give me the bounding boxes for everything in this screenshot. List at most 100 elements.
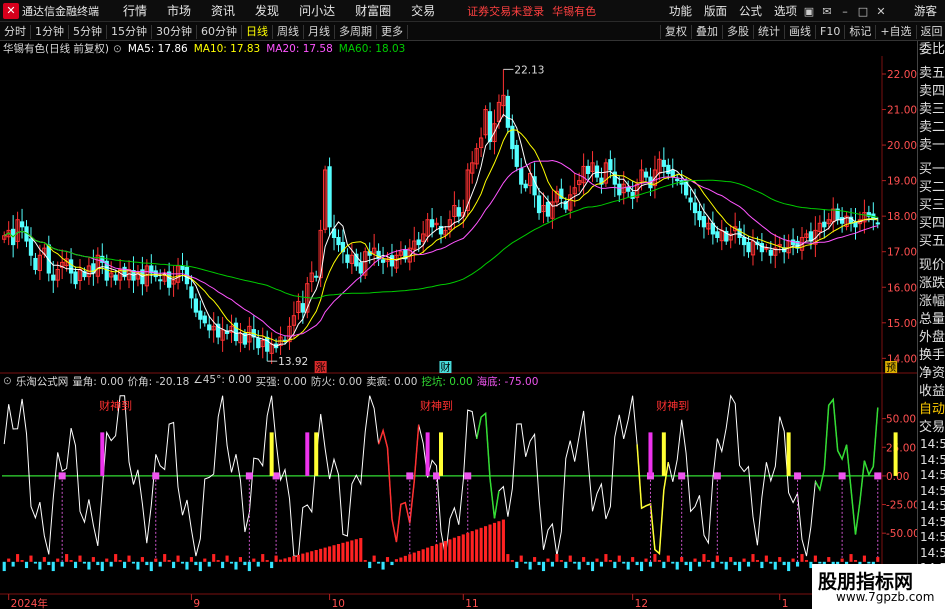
histogram-bar — [426, 547, 430, 562]
indicator-menu-icon[interactable]: ⊙ — [3, 375, 12, 387]
histogram-bar — [693, 558, 697, 562]
tool-adjust-button[interactable]: 复权 — [660, 24, 691, 39]
signal-label: 财神到 — [656, 398, 689, 412]
menu-item-ask[interactable]: 问小达 — [289, 2, 345, 19]
indicator-name[interactable]: 乐淘公式网 — [16, 374, 69, 389]
histogram-bar — [372, 555, 376, 562]
histogram-bar — [176, 555, 180, 562]
histogram-bar — [573, 561, 577, 564]
histogram-bar — [738, 561, 742, 572]
histogram-bar — [265, 560, 269, 562]
tool-draw-button[interactable]: 画线 — [784, 24, 815, 39]
maximize-icon[interactable]: □ — [854, 5, 872, 18]
histogram-bar — [755, 560, 759, 562]
histogram-bar — [662, 561, 666, 569]
histogram-bar — [479, 527, 483, 562]
menu-item-options[interactable]: 选项 — [768, 3, 803, 19]
histogram-bar — [328, 546, 332, 562]
candle-body — [715, 231, 720, 238]
candle-body — [314, 275, 319, 278]
histogram-bar — [24, 561, 29, 569]
tool-mark-button[interactable]: 标记 — [844, 24, 875, 39]
candle-body — [380, 259, 386, 263]
menu-item-news[interactable]: 资讯 — [201, 2, 245, 19]
mail-icon[interactable]: ✉ — [818, 5, 836, 18]
tab-daily[interactable]: 日线 — [242, 24, 273, 39]
indicator-value-6: 挖坑: 0.00 — [421, 375, 473, 388]
histogram-bar — [256, 561, 260, 567]
tool-stats-button[interactable]: 统计 — [753, 24, 784, 39]
signal-bar — [786, 432, 791, 476]
menu-item-wealth[interactable]: 财富圈 — [345, 2, 401, 19]
close-icon[interactable]: ✕ — [872, 5, 890, 18]
oscillator-highlight — [377, 424, 420, 543]
histogram-bar — [613, 561, 617, 569]
histogram-bar — [377, 561, 381, 564]
signal-label: 财神到 — [99, 398, 132, 412]
histogram-bar — [648, 561, 653, 567]
oscillator-highlight — [814, 397, 879, 535]
tab-monthly[interactable]: 月线 — [304, 24, 335, 39]
histogram-bar — [292, 556, 296, 562]
collapse-icon[interactable]: ⊙ — [113, 43, 122, 55]
price-tick-label: 20.00 — [887, 140, 917, 152]
auto-label[interactable]: 自动 — [918, 401, 945, 419]
minimize-icon[interactable]: – — [836, 5, 854, 18]
quote-label-0: 委比 — [919, 42, 945, 57]
menu-item-market[interactable]: 行情 — [113, 2, 157, 19]
date-tick-label: 2024年 — [11, 597, 48, 609]
tool-multi-stock-button[interactable]: 多股 — [722, 24, 753, 39]
tab-60min[interactable]: 60分钟 — [197, 24, 242, 39]
histogram-bar — [488, 524, 492, 562]
histogram-bar — [639, 561, 644, 572]
quote-label-2: 卖四 — [919, 84, 945, 99]
histogram-bar — [519, 555, 523, 562]
kline-chart[interactable]: 14.0015.0016.0017.0018.0019.0020.0021.00… — [0, 41, 917, 609]
histogram-bar — [644, 558, 648, 562]
histogram-bar — [430, 545, 434, 562]
quote-label-7: 买二 — [919, 180, 945, 195]
login-notice[interactable]: 证券交易未登录 — [467, 3, 544, 19]
skin-icon[interactable]: ▣ — [800, 5, 818, 18]
menu-item-function[interactable]: 功能 — [663, 3, 698, 19]
signal-dot — [245, 472, 253, 480]
histogram-bar — [234, 561, 238, 570]
tool-back-button[interactable]: 返回 — [915, 24, 945, 39]
candle-body — [202, 315, 207, 324]
indicator-value-4: 防火: 0.00 — [310, 375, 363, 388]
histogram-bar — [42, 557, 46, 562]
candle-body — [759, 243, 765, 253]
tab-weekly[interactable]: 周线 — [273, 24, 304, 39]
tab-intraday[interactable]: 分时 — [0, 24, 31, 39]
candle-body — [256, 337, 261, 349]
guest-user[interactable]: 游客 — [914, 3, 937, 19]
tab-5min[interactable]: 5分钟 — [69, 24, 107, 39]
tool-add-watchlist-button[interactable]: +自选 — [875, 24, 915, 39]
tool-f10-button[interactable]: F10 — [815, 24, 844, 39]
candle-body — [808, 231, 814, 242]
tab-15min[interactable]: 15分钟 — [107, 24, 152, 39]
tool-overlay-button[interactable]: 叠加 — [691, 24, 722, 39]
histogram-bar — [697, 561, 702, 567]
menu-item-discover[interactable]: 发现 — [245, 2, 289, 19]
menu-item-trade[interactable]: 交易 — [401, 2, 445, 19]
menu-item-formula[interactable]: 公式 — [733, 3, 768, 19]
histogram-bar — [185, 561, 189, 570]
current-stock-name: 华锡有色 — [552, 4, 597, 18]
menu-item-layout[interactable]: 版面 — [698, 3, 733, 19]
histogram-bar — [47, 561, 51, 566]
histogram-bar — [167, 560, 171, 562]
histogram-bar — [635, 561, 639, 566]
histogram-bar — [287, 557, 292, 562]
tab-1min[interactable]: 1分钟 — [31, 24, 69, 39]
candle-body — [519, 168, 524, 185]
tab-30min[interactable]: 30分钟 — [152, 24, 197, 39]
indicator-values: 量角: 0.00 价角: -20.18 ∠45°: 0.00 买强: 0.00 防火: … — [72, 374, 542, 389]
tab-multi-period[interactable]: 多周期 — [335, 24, 377, 39]
tab-more[interactable]: 更多 — [377, 24, 408, 39]
menu-item-markets[interactable]: 市场 — [157, 2, 201, 19]
trade-label[interactable]: 交易 — [918, 419, 945, 437]
histogram-bar — [238, 557, 243, 562]
sub-tick-label: -25.00 — [886, 500, 917, 512]
histogram-bar — [38, 561, 42, 570]
